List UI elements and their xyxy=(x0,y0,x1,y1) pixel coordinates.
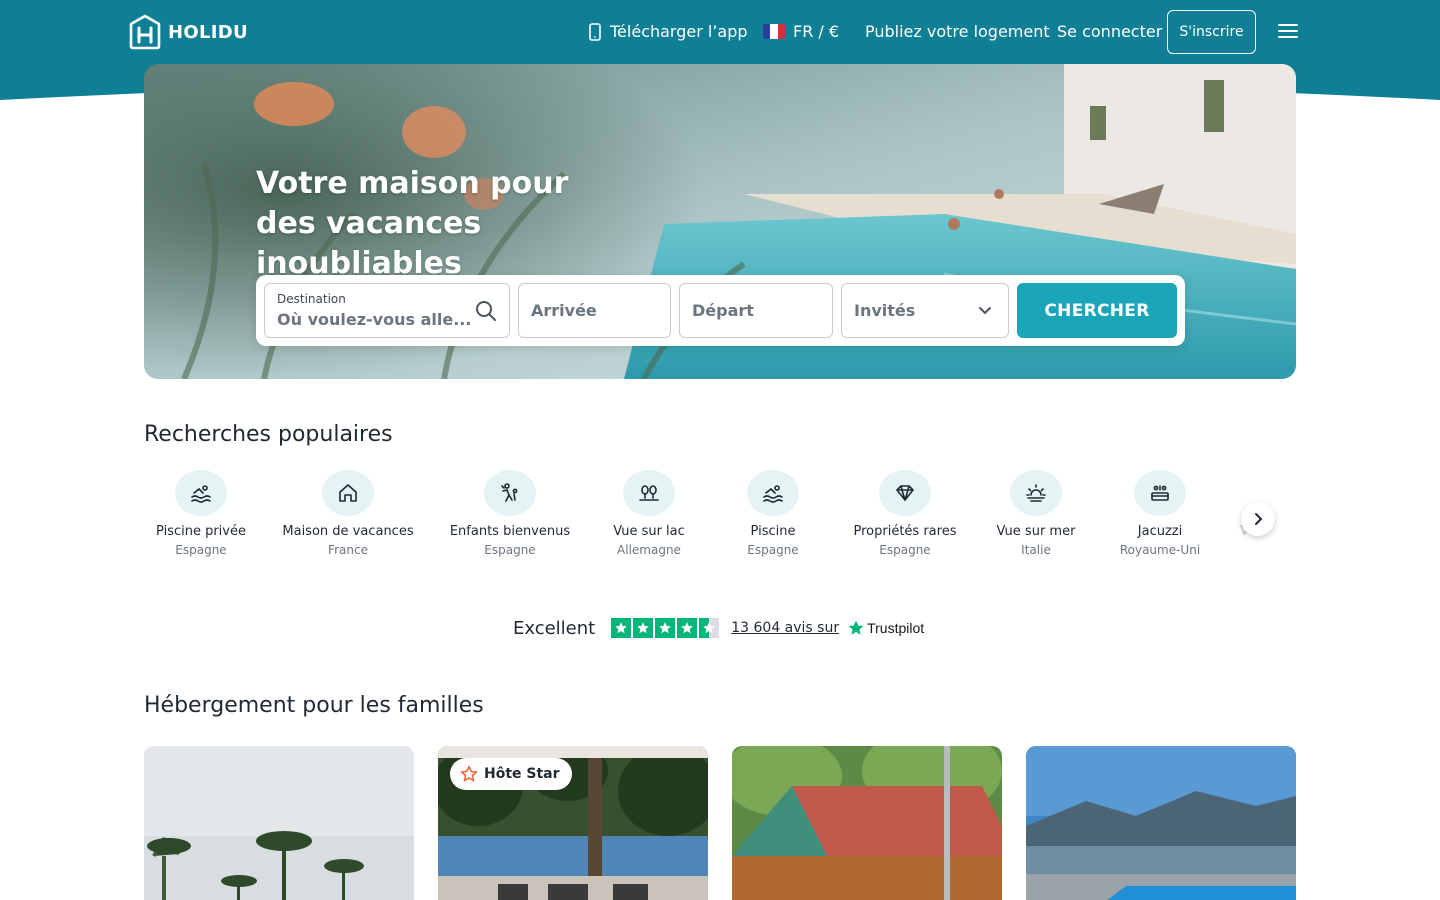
chevron-right-icon xyxy=(1255,513,1263,525)
star-host-icon xyxy=(460,765,478,782)
trustpilot-widget: Excellent 13 604 avis sur Trustpilot xyxy=(513,616,924,640)
search-icon xyxy=(476,301,496,321)
diamond-icon xyxy=(896,485,914,501)
guests-selector[interactable]: Invités xyxy=(841,283,1009,338)
popular-searches-list: Piscine privée Espagne Maison de vacance… xyxy=(144,470,1244,570)
publish-listing-link[interactable]: Publiez votre logement xyxy=(865,22,1050,41)
brand-name: HOLIDU xyxy=(168,21,248,43)
trustpilot-reviews-link[interactable]: 13 604 avis sur xyxy=(731,620,839,636)
france-flag-icon xyxy=(763,24,785,39)
departure-date-field[interactable]: Départ xyxy=(679,283,833,338)
popular-item-country: Espagne xyxy=(484,543,536,557)
popular-item-name: Piscine xyxy=(750,524,796,539)
menu-icon[interactable] xyxy=(1278,24,1298,40)
language-currency-selector[interactable]: FR / € xyxy=(763,22,839,41)
house-icon xyxy=(339,484,357,502)
trustpilot-star-icon xyxy=(848,620,864,635)
signup-button[interactable]: S'inscrire xyxy=(1167,10,1256,54)
listing-photo xyxy=(1026,746,1296,900)
trustpilot-stars xyxy=(611,618,720,638)
arrival-date-field[interactable]: Arrivée xyxy=(518,283,671,338)
popular-item-country: France xyxy=(328,543,368,557)
popular-item-country: Espagne xyxy=(175,543,227,557)
popular-item-name: Piscine privée xyxy=(156,524,246,539)
popular-item-rare-properties[interactable]: Propriétés rares Espagne xyxy=(844,470,966,557)
listing-card[interactable]: Hôte Star xyxy=(438,746,708,900)
download-app-link[interactable]: Télécharger l’app xyxy=(588,22,748,41)
popular-item-kids-welcome[interactable]: Enfants bienvenus Espagne xyxy=(444,470,576,557)
popular-item-name: Enfants bienvenus xyxy=(449,524,571,539)
popular-item-country: Royaume-Uni xyxy=(1119,543,1201,557)
star-icon xyxy=(677,618,698,638)
popular-item-country: Espagne xyxy=(879,543,931,557)
top-navigation: HOLIDU Télécharger l’app FR / € Publiez … xyxy=(0,0,1440,64)
lake-icon xyxy=(639,485,659,501)
star-icon xyxy=(633,618,654,638)
popular-item-name: Maison de vacances xyxy=(282,524,414,539)
holidu-logo-icon xyxy=(129,14,161,50)
chevron-down-icon xyxy=(979,307,991,315)
hero-title: Votre maison pour des vacances inoubliab… xyxy=(256,166,569,281)
popular-item-private-pool[interactable]: Piscine privée Espagne xyxy=(150,470,252,557)
star-icon xyxy=(655,618,676,638)
popular-item-holiday-home[interactable]: Maison de vacances France xyxy=(280,470,416,557)
popular-item-sea-view[interactable]: Vue sur mer Italie xyxy=(992,470,1080,557)
download-app-label: Télécharger l’app xyxy=(610,22,748,41)
popular-item-country: Espagne xyxy=(747,543,799,557)
departure-placeholder: Départ xyxy=(692,301,754,320)
login-link[interactable]: Se connecter xyxy=(1057,22,1162,41)
search-bar: Destination Où voulez-vous alle... Arriv… xyxy=(256,275,1185,346)
star-icon xyxy=(611,618,632,638)
half-star-icon xyxy=(699,618,720,638)
swimmer-icon xyxy=(191,485,211,503)
destination-placeholder: Où voulez-vous alle... xyxy=(277,310,472,329)
popular-item-name: Propriétés rares xyxy=(853,524,957,539)
popular-item-pool[interactable]: Piscine Espagne xyxy=(733,470,813,557)
swimmer-icon xyxy=(763,485,783,503)
trustpilot-rating-text: Excellent xyxy=(513,617,596,639)
search-button[interactable]: CHERCHER xyxy=(1017,283,1177,338)
listing-card[interactable] xyxy=(1026,746,1296,900)
holidu-logo[interactable]: HOLIDU xyxy=(128,14,248,50)
phone-icon xyxy=(589,22,601,41)
star-host-badge: Hôte Star xyxy=(450,758,572,790)
guests-placeholder: Invités xyxy=(854,301,916,320)
listing-card[interactable] xyxy=(732,746,1002,900)
popular-item-country: Italie xyxy=(1021,543,1051,557)
star-host-label: Hôte Star xyxy=(484,766,560,782)
trustpilot-brand: Trustpilot xyxy=(867,620,925,636)
language-currency-label: FR / € xyxy=(793,22,840,41)
popular-item-name: Vue sur lac xyxy=(613,524,685,539)
trustpilot-logo[interactable]: Trustpilot xyxy=(847,619,924,637)
sunset-icon xyxy=(1026,484,1046,502)
publish-listing-label: Publiez votre logement xyxy=(865,22,1050,41)
login-label: Se connecter xyxy=(1057,22,1163,41)
arrival-placeholder: Arrivée xyxy=(531,301,597,320)
listing-photo xyxy=(732,746,1002,900)
popular-item-name: Jacuzzi xyxy=(1137,524,1183,539)
popular-item-lake-view[interactable]: Vue sur lac Allemagne xyxy=(604,470,694,557)
destination-field[interactable]: Destination Où voulez-vous alle... xyxy=(264,283,510,338)
popular-item-jacuzzi[interactable]: Jacuzzi Royaume-Uni xyxy=(1112,470,1208,557)
kids-icon xyxy=(501,483,518,502)
popular-item-name: Vue sur mer xyxy=(996,524,1076,539)
carousel-next-button[interactable] xyxy=(1241,502,1275,536)
popular-searches-title: Recherches populaires xyxy=(144,422,393,447)
listing-photo xyxy=(144,746,414,900)
destination-label: Destination xyxy=(277,292,346,306)
listing-card[interactable] xyxy=(144,746,414,900)
jacuzzi-icon xyxy=(1151,485,1169,501)
families-section-title: Hébergement pour les familles xyxy=(144,693,484,718)
popular-item-country: Allemagne xyxy=(617,543,681,557)
